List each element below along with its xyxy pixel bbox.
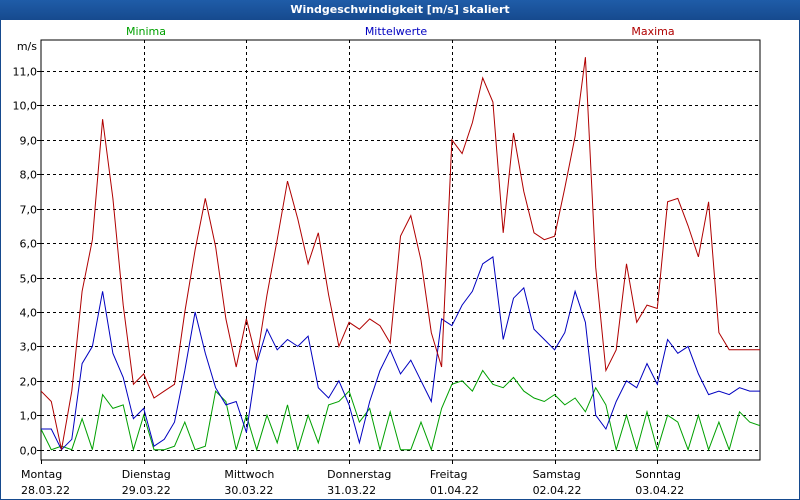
y-tick-label: 10,0 — [13, 100, 38, 113]
x-tick-date-label: 01.04.22 — [430, 484, 479, 497]
y-tick-label: 0,0 — [20, 445, 38, 458]
x-tick-day-label: Freitag — [430, 468, 468, 481]
x-tick-day-label: Mittwoch — [224, 468, 274, 481]
legend-maxima: Maxima — [631, 25, 674, 38]
x-tick-date-label: 30.03.22 — [224, 484, 273, 497]
y-axis-unit: m/s — [17, 40, 37, 53]
x-tick-day-label: Dienstag — [122, 468, 171, 481]
x-tick-date-label: 03.04.22 — [635, 484, 684, 497]
wind-speed-chart: 0,0 1,0 2,0 3,0 4,0 5,0 6,0 7,0 8,0 9,0 10,0 11,0 m/… — [13, 25, 761, 497]
x-tick-day-label: Sonntag — [635, 468, 681, 481]
y-tick-label: 1,0 — [20, 410, 38, 423]
x-tick-date-label: 31.03.22 — [327, 484, 376, 497]
y-tick-label: 9,0 — [20, 135, 38, 148]
x-tick-day-label: Samstag — [533, 468, 581, 481]
legend-minima: Minima — [126, 25, 166, 38]
y-tick-label: 4,0 — [20, 307, 38, 320]
plot-frame — [40, 39, 761, 461]
chart-area: 0,0 1,0 2,0 3,0 4,0 5,0 6,0 7,0 8,0 9,0 10,0 11,0 m/… — [0, 20, 800, 500]
y-tick-label: 8,0 — [20, 169, 38, 182]
y-tick-label: 11,0 — [13, 66, 38, 79]
y-tick-label: 7,0 — [20, 204, 38, 217]
x-tick-day-label: Donnerstag — [327, 468, 391, 481]
x-tick-date-label: 02.04.22 — [533, 484, 582, 497]
x-tick-date-label: 28.03.22 — [21, 484, 70, 497]
x-tick-date-label: 29.03.22 — [122, 484, 171, 497]
y-tick-label: 3,0 — [20, 341, 38, 354]
y-tick-label: 6,0 — [20, 238, 38, 251]
y-tick-label: 2,0 — [20, 376, 38, 389]
chart-title: Windgeschwindigkeit [m/s] skaliert — [0, 0, 800, 20]
legend-mittelwerte: Mittelwerte — [365, 25, 428, 38]
x-tick-day-label: Montag — [21, 468, 62, 481]
y-tick-label: 5,0 — [20, 273, 38, 286]
